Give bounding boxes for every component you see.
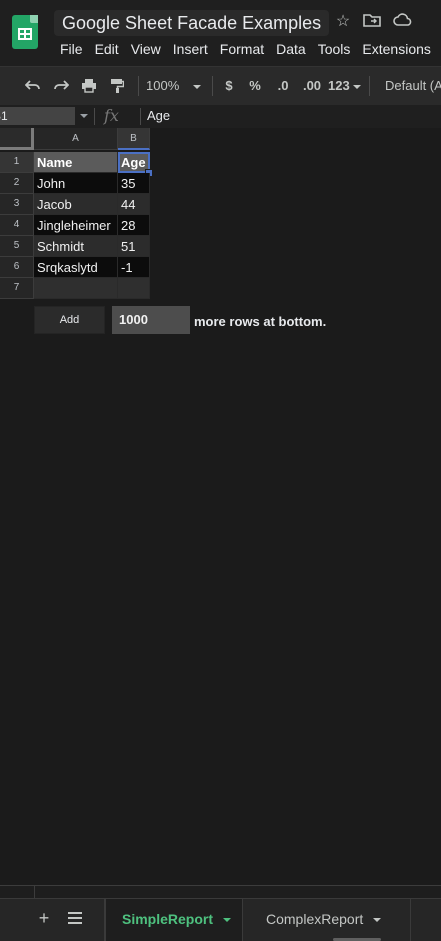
star-icon[interactable]: ☆ [333,12,353,32]
undo-icon[interactable] [22,75,44,97]
spreadsheet-grid: A B 1 2 3 4 5 6 7 Name Age John 35 Jacob… [0,128,441,885]
menu-tools[interactable]: Tools [312,38,357,60]
chevron-down-icon[interactable] [223,918,232,923]
menubar: File Edit View Insert Format Data Tools … [54,38,437,60]
menu-insert[interactable]: Insert [167,38,214,60]
toolbar-divider [212,76,213,96]
more-formats-label: 123 [328,78,350,93]
menu-edit[interactable]: Edit [89,38,125,60]
cell-a5[interactable]: Schmidt [34,236,118,257]
document-title[interactable]: Google Sheet Facade Examples [54,10,330,36]
formula-bar: B1 fx Age [0,105,441,129]
formula-divider [94,108,95,125]
chevron-down-icon[interactable] [80,114,88,118]
menu-view[interactable]: View [125,38,167,60]
row-header-1[interactable]: 1 [0,152,34,173]
chevron-down-icon[interactable] [373,918,382,923]
sheet-tab-label: ComplexReport [266,911,364,927]
formula-divider [140,108,141,125]
scrollbar-divider [34,886,35,898]
all-sheets-menu-icon[interactable] [64,907,86,929]
chevron-down-icon [193,84,202,89]
column-header-a[interactable]: A [34,128,118,150]
menu-data[interactable]: Data [270,38,312,60]
redo-icon[interactable] [50,75,72,97]
cell-a4[interactable]: Jingleheimer [34,215,118,236]
decrease-decimal-button[interactable]: .0 [272,75,294,97]
sheet-tab-label: SimpleReport [122,911,214,927]
name-box[interactable]: B1 [0,107,75,125]
add-rows-button[interactable]: Add [34,306,105,334]
sheets-app: Google Sheet Facade Examples ☆ File Edit… [0,0,441,941]
name-box-value: B1 [0,109,8,123]
format-currency-button[interactable]: $ [220,75,238,97]
cell-a2[interactable]: John [34,173,118,194]
cell-b6[interactable]: -1 [118,257,150,278]
toolbar-divider [138,76,139,96]
horizontal-scrollbar-track[interactable] [0,885,441,886]
add-sheet-icon[interactable]: + [33,907,55,929]
toolbar: 100% $ % .0 .00 123 Default (Ari [0,66,441,106]
font-select[interactable]: Default (Ari [385,75,441,97]
cell-b7[interactable] [118,278,150,299]
column-header-b[interactable]: B [118,128,150,150]
cell-a1[interactable]: Name [34,152,118,173]
row-header-5[interactable]: 5 [0,236,34,257]
cell-b2[interactable]: 35 [118,173,150,194]
header: Google Sheet Facade Examples ☆ File Edit… [0,0,441,66]
select-all-corner[interactable] [0,128,34,150]
zoom-select[interactable]: 100% [146,75,206,97]
cell-b4[interactable]: 28 [118,215,150,236]
increase-decimal-button[interactable]: .00 [300,75,324,97]
menu-format[interactable]: Format [214,38,270,60]
cloud-status-icon[interactable] [393,12,413,32]
format-percent-button[interactable]: % [246,75,264,97]
paint-format-icon[interactable] [106,75,128,97]
sheets-logo-icon[interactable] [12,15,38,49]
menu-file[interactable]: File [54,38,89,60]
toolbar-divider [369,76,370,96]
row-header-7[interactable]: 7 [0,278,34,299]
cell-a3[interactable]: Jacob [34,194,118,215]
move-folder-icon[interactable] [362,12,382,32]
sheet-tab-complexreport[interactable]: ComplexReport [250,899,391,941]
rows-count-input[interactable]: 1000 [112,306,190,334]
row-header-4[interactable]: 4 [0,215,34,236]
rows-count-label: more rows at bottom. [194,314,327,329]
tab-divider [410,899,411,941]
sheet-tab-simplereport[interactable]: SimpleReport [105,899,243,941]
chevron-down-icon [352,84,361,89]
more-formats-button[interactable]: 123 [328,75,362,97]
row-header-2[interactable]: 2 [0,173,34,194]
row-header-3[interactable]: 3 [0,194,34,215]
print-icon[interactable] [78,75,100,97]
cell-b5[interactable]: 51 [118,236,150,257]
zoom-value: 100% [146,78,180,93]
cell-a6[interactable]: Srqkaslytd [34,257,118,278]
sheet-tab-bar: + SimpleReport ComplexReport [0,898,441,941]
cell-a7[interactable] [34,278,118,299]
cell-b3[interactable]: 44 [118,194,150,215]
formula-input[interactable]: Age [147,107,170,125]
function-icon: fx [104,106,119,125]
row-header-6[interactable]: 6 [0,257,34,278]
menu-extensions[interactable]: Extensions [356,38,436,60]
